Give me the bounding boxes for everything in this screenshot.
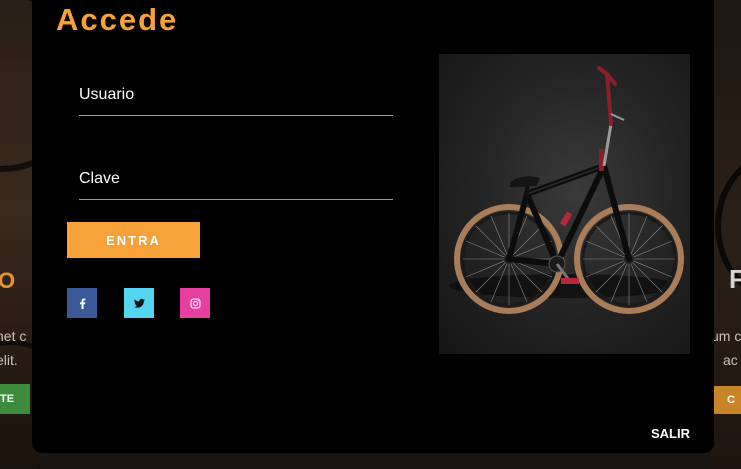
- background-button-left[interactable]: TE: [0, 384, 30, 414]
- bmx-bike-image: [449, 66, 684, 314]
- background-text-right: um c ac: [711, 324, 741, 372]
- instagram-button[interactable]: [180, 288, 210, 318]
- background-text-left: net c elit.: [0, 324, 26, 372]
- facebook-icon: [79, 298, 85, 309]
- password-field: [79, 159, 393, 200]
- username-field: [79, 75, 393, 116]
- background-text-line: net c: [0, 328, 27, 344]
- background-card-right: F um c ac C: [711, 0, 741, 469]
- username-input[interactable]: [79, 75, 393, 115]
- submit-button[interactable]: ENTRA: [67, 222, 200, 258]
- facebook-button[interactable]: [67, 288, 97, 318]
- background-text-line: elit.: [0, 352, 18, 368]
- bmx-bike-photo: [439, 54, 690, 354]
- background-heading-left: O: [0, 268, 16, 293]
- modal-title: Accede: [56, 2, 179, 37]
- background-heading-right: F: [729, 264, 741, 294]
- close-button[interactable]: SALIR: [651, 426, 690, 441]
- login-modal: Accede ENTRA: [32, 0, 714, 453]
- background-text-line: um c: [711, 328, 741, 344]
- background-text-line: ac: [723, 352, 738, 368]
- twitter-icon: [133, 298, 145, 308]
- password-input[interactable]: [79, 159, 393, 199]
- twitter-button[interactable]: [124, 288, 154, 318]
- instagram-icon: [189, 297, 201, 309]
- background-button-right[interactable]: C: [713, 386, 741, 414]
